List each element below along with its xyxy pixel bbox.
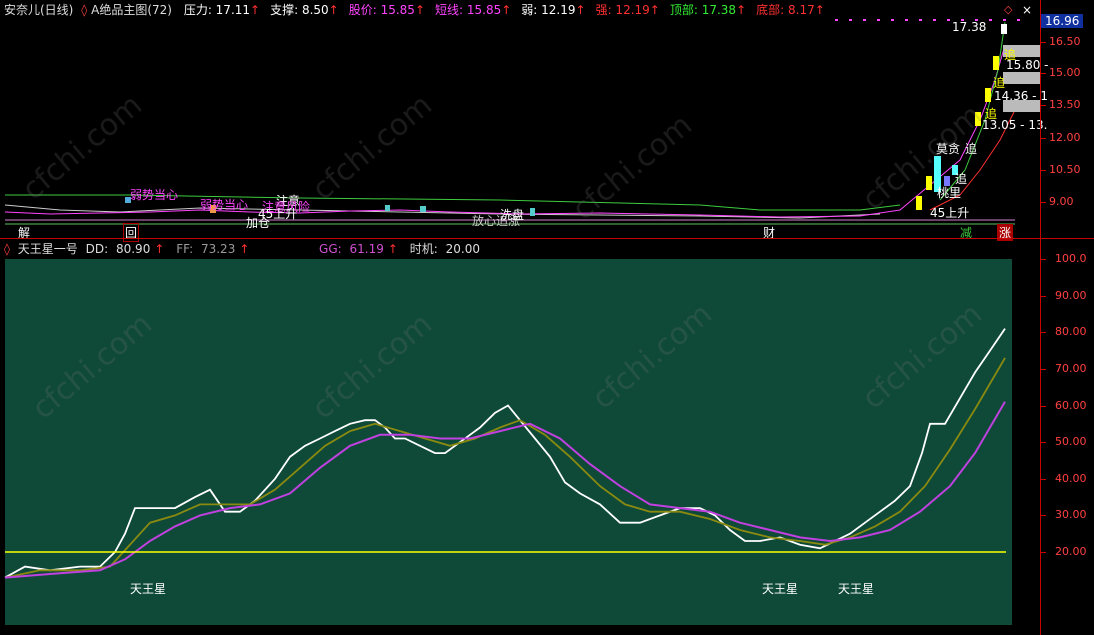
oscillator-tick-label: 90.00 (1055, 288, 1087, 302)
annotation: 桃里 (937, 186, 962, 200)
oscillator-tick-label: 20.00 (1055, 545, 1087, 558)
oscillator-chart[interactable] (0, 239, 1040, 635)
dd-line (4, 328, 1006, 579)
oscillator-tick-label: 70.00 (1055, 361, 1087, 375)
signal-label: 天王星 (838, 582, 875, 596)
oscillator-tick-label: 80.00 (1055, 325, 1087, 339)
signal-label: 天王星 (130, 582, 167, 596)
price-axis[interactable]: 16.96 16.50 15.00 13.50 12.00 10.50 9.00 (1040, 0, 1094, 238)
annotation: 45上升 (258, 207, 298, 221)
annotation: 洗盘 (500, 208, 525, 222)
annotation: 弱势当心 (200, 198, 249, 212)
oscillator-axis[interactable]: 100.0 90.00 80.00 70.00 60.00 50.00 40.00 30.00… (1040, 239, 1094, 635)
oscillator-tick-label: 100.0 (1055, 252, 1087, 265)
oscillator-tick-label: 40.00 (1055, 471, 1087, 485)
gg-line (4, 401, 1006, 579)
annotation: 追 (1004, 48, 1017, 62)
price-tick-label: 10.50 (1049, 163, 1081, 176)
ff-line (4, 357, 1006, 579)
signal-label: 天王星 (762, 582, 799, 596)
oscillator-tick-label: 50.00 (1055, 435, 1087, 449)
top-price-label: 17.38 (952, 20, 987, 34)
price-tick-label: 15.00 (1049, 66, 1081, 79)
price-tick-label: 12.00 (1049, 131, 1081, 144)
oscillator-tick-label: 60.00 (1055, 398, 1087, 412)
price-tick-label: 9.00 (1049, 195, 1074, 208)
price-tick-label: 16.50 (1049, 35, 1081, 48)
annotation: 45上升 (930, 206, 970, 220)
annotation: 追 (993, 76, 1006, 90)
current-price-badge: 16.96 (1041, 14, 1084, 28)
annotation: 追 (985, 107, 998, 121)
sub-panel[interactable]: ◊ 天王星一号 DD: 80.90 ↑ FF: 73.23 ↑ GG: 61.19 ↑… (0, 239, 1094, 635)
price-tick-label: 13.50 (1049, 98, 1081, 111)
main-panel[interactable]: 安奈儿(日线) ◊ A绝品主图(72) 压力: 17.11↑ 支撑: 8.50↑ 股价… (0, 0, 1094, 242)
annotation: 弱势当心 (130, 188, 179, 202)
oscillator-tick-label: 30.00 (1055, 508, 1087, 522)
